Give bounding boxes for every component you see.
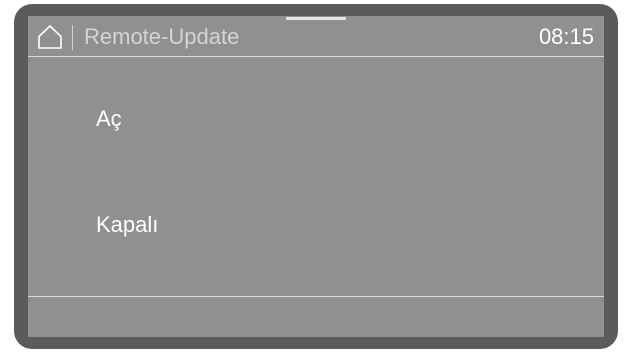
option-on-label: Aç — [96, 106, 122, 131]
header-divider — [72, 25, 73, 50]
page-title: Remote-Update — [84, 24, 240, 49]
options-list: Aç Kapalı — [28, 57, 604, 297]
header-bar: Remote-Update 08:15 — [28, 16, 604, 56]
footer-bar — [28, 297, 604, 337]
display-screen: Remote-Update 08:15 Aç Kapalı — [28, 16, 604, 337]
option-off-label: Kapalı — [96, 212, 159, 237]
clock-time: 08:15 — [538, 24, 594, 49]
option-off[interactable]: Kapalı — [28, 195, 604, 255]
option-on[interactable]: Aç — [28, 89, 604, 149]
home-icon[interactable] — [37, 24, 63, 50]
